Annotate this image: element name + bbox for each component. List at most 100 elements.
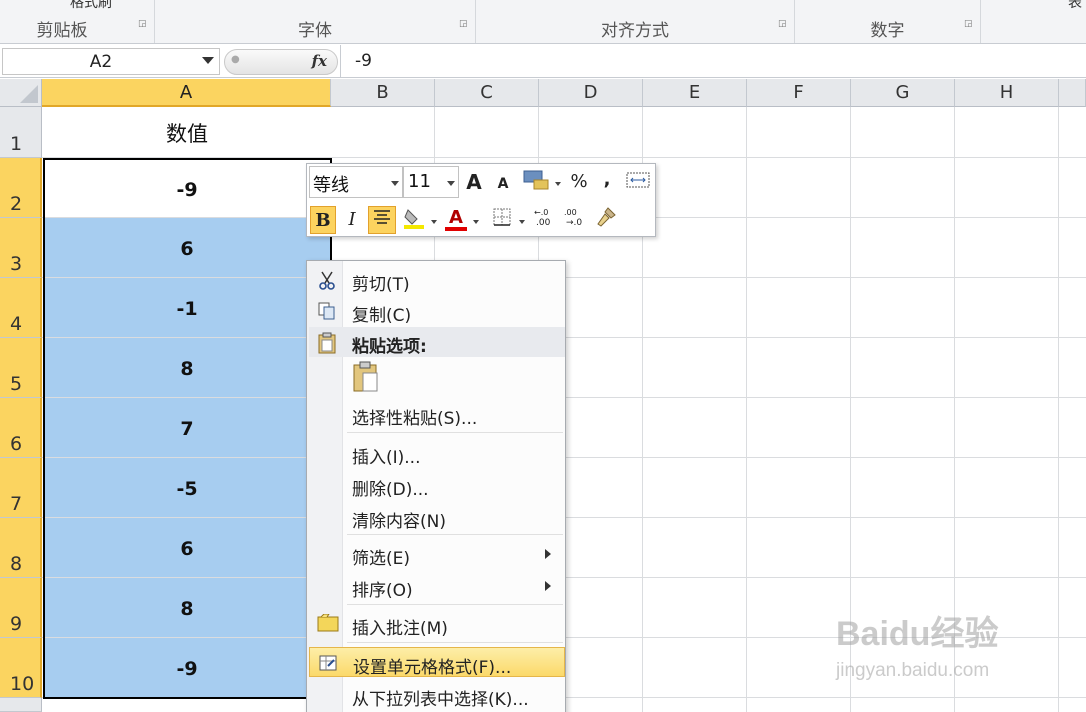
insert-function-button[interactable]: fx: [312, 52, 327, 70]
menu-section-paste-options: 粘贴选项:: [309, 327, 565, 357]
menu-item-label: 筛选(E): [352, 549, 411, 569]
row-number: 4: [10, 313, 23, 335]
bold-button[interactable]: B: [310, 206, 336, 234]
row-header-10[interactable]: 10: [0, 638, 42, 698]
dialog-launcher-icon[interactable]: ◲: [964, 19, 974, 29]
cell-a7[interactable]: -5: [43, 458, 331, 517]
menu-item-pick-from-list[interactable]: 从下拉列表中选择(K)...: [309, 680, 565, 710]
cell-a5[interactable]: 8: [43, 338, 331, 397]
font-color-letter: A: [449, 207, 463, 228]
row-header-11[interactable]: [0, 698, 42, 712]
cell-a6[interactable]: 7: [43, 398, 331, 457]
menu-item-copy[interactable]: 复制(C): [309, 296, 565, 326]
grow-font-button[interactable]: A: [463, 168, 485, 196]
row-header-6[interactable]: 6: [0, 398, 42, 458]
menu-item-paste-special[interactable]: 选择性粘贴(S)...: [309, 399, 565, 429]
group-label-font: 字体: [298, 21, 332, 41]
row-header-3[interactable]: 3: [0, 218, 42, 278]
column-header-a[interactable]: A: [42, 79, 331, 107]
menu-item-label: 清除内容(N): [352, 512, 446, 532]
menu-item-label: 从下拉列表中选择(K)...: [352, 690, 529, 710]
row-number: 6: [10, 433, 23, 455]
font-color-button[interactable]: A: [443, 204, 469, 232]
merge-center-icon[interactable]: [625, 170, 651, 198]
chevron-down-icon[interactable]: [519, 220, 525, 224]
dialog-launcher-icon[interactable]: ◲: [459, 19, 469, 29]
menu-item-sort[interactable]: 排序(O): [309, 571, 565, 601]
gridline: [42, 157, 1086, 158]
font-name-select[interactable]: 等线: [309, 166, 403, 198]
format-painter-icon[interactable]: [593, 206, 619, 234]
menu-item-format-cells[interactable]: 设置单元格格式(F)...: [309, 647, 565, 678]
menu-item-insert[interactable]: 插入(I)...: [309, 438, 565, 468]
gridline: [746, 107, 747, 712]
column-header-f[interactable]: F: [747, 79, 851, 107]
cell-a2[interactable]: -9: [43, 159, 331, 217]
row-header-2[interactable]: 2: [0, 158, 42, 218]
menu-separator: [347, 432, 563, 433]
ribbon-group-clipboard: 剪贴板 ◲: [0, 0, 155, 43]
row-number: 8: [10, 553, 23, 575]
name-box[interactable]: A2: [2, 48, 220, 75]
menu-item-cut[interactable]: 剪切(T): [309, 265, 565, 295]
row-header-1[interactable]: 1: [0, 107, 42, 158]
comma-style-button[interactable]: ,: [597, 166, 617, 194]
column-header-partial[interactable]: [1059, 79, 1086, 107]
select-all-button[interactable]: [0, 79, 42, 107]
dialog-launcher-icon[interactable]: ◲: [138, 19, 148, 29]
menu-item-filter[interactable]: 筛选(E): [309, 539, 565, 569]
cell-a9[interactable]: 8: [43, 578, 331, 637]
chevron-down-icon[interactable]: [202, 57, 214, 64]
cell-a1[interactable]: 数值: [43, 107, 331, 157]
chevron-down-icon[interactable]: [555, 182, 561, 186]
row-header-9[interactable]: 9: [0, 578, 42, 638]
chevron-down-icon[interactable]: [447, 181, 455, 186]
menu-item-delete[interactable]: 删除(D)...: [309, 470, 565, 500]
decrease-decimal-icon[interactable]: .00 →.0: [561, 206, 589, 234]
percent-style-button[interactable]: %: [567, 168, 591, 196]
column-header-h[interactable]: H: [955, 79, 1059, 107]
column-header-g[interactable]: G: [851, 79, 955, 107]
paste-option-button[interactable]: [309, 359, 565, 395]
column-header-d[interactable]: D: [539, 79, 643, 107]
shrink-font-button[interactable]: A: [493, 170, 513, 198]
cell-a10[interactable]: -9: [43, 638, 331, 697]
submenu-arrow-icon: [545, 549, 551, 559]
fill-color-icon[interactable]: [401, 206, 427, 234]
row-header-5[interactable]: 5: [0, 338, 42, 398]
menu-item-clear-contents[interactable]: 清除内容(N): [309, 502, 565, 532]
formula-input[interactable]: -9: [340, 45, 1086, 78]
cell-a3[interactable]: 6: [43, 218, 331, 277]
chevron-down-icon[interactable]: [473, 220, 479, 224]
ribbon-group-font: 字体 ◲: [155, 0, 476, 43]
chevron-down-icon[interactable]: [431, 220, 437, 224]
borders-icon[interactable]: [489, 206, 515, 234]
gridline: [1058, 107, 1059, 712]
ribbon-right-fragment[interactable]: 表: [1068, 0, 1082, 12]
row-header-7[interactable]: 7: [0, 458, 42, 518]
menu-item-label: 插入(I)...: [352, 448, 421, 468]
copy-icon: [317, 301, 337, 321]
increase-decimal-icon[interactable]: ←.0.00: [531, 206, 559, 234]
chevron-down-icon[interactable]: [391, 181, 399, 186]
group-label-clipboard: 剪贴板: [36, 21, 88, 41]
dialog-launcher-icon[interactable]: ◲: [778, 19, 788, 29]
font-name-value: 等线: [313, 175, 349, 196]
center-align-icon[interactable]: [368, 206, 396, 234]
font-size-value: 11: [408, 171, 431, 192]
column-header-e[interactable]: E: [643, 79, 747, 107]
context-menu: 剪切(T) 复制(C) 粘贴选项: 选择性粘贴(S)... 插入(I)... 删…: [306, 260, 566, 712]
column-header-b[interactable]: B: [331, 79, 435, 107]
resize-handle-icon[interactable]: ●: [231, 54, 240, 65]
ribbon-group-alignment: 对齐方式 ◲: [476, 0, 795, 43]
row-header-8[interactable]: 8: [0, 518, 42, 578]
accounting-format-icon[interactable]: [521, 168, 551, 196]
font-size-select[interactable]: 11: [403, 166, 459, 198]
cell-a8[interactable]: 6: [43, 518, 331, 577]
menu-item-insert-comment[interactable]: 插入批注(M): [309, 609, 565, 639]
cell-a4[interactable]: -1: [43, 278, 331, 337]
italic-button[interactable]: I: [341, 206, 363, 234]
row-header-4[interactable]: 4: [0, 278, 42, 338]
row-number: 1: [10, 133, 23, 155]
column-header-c[interactable]: C: [435, 79, 539, 107]
